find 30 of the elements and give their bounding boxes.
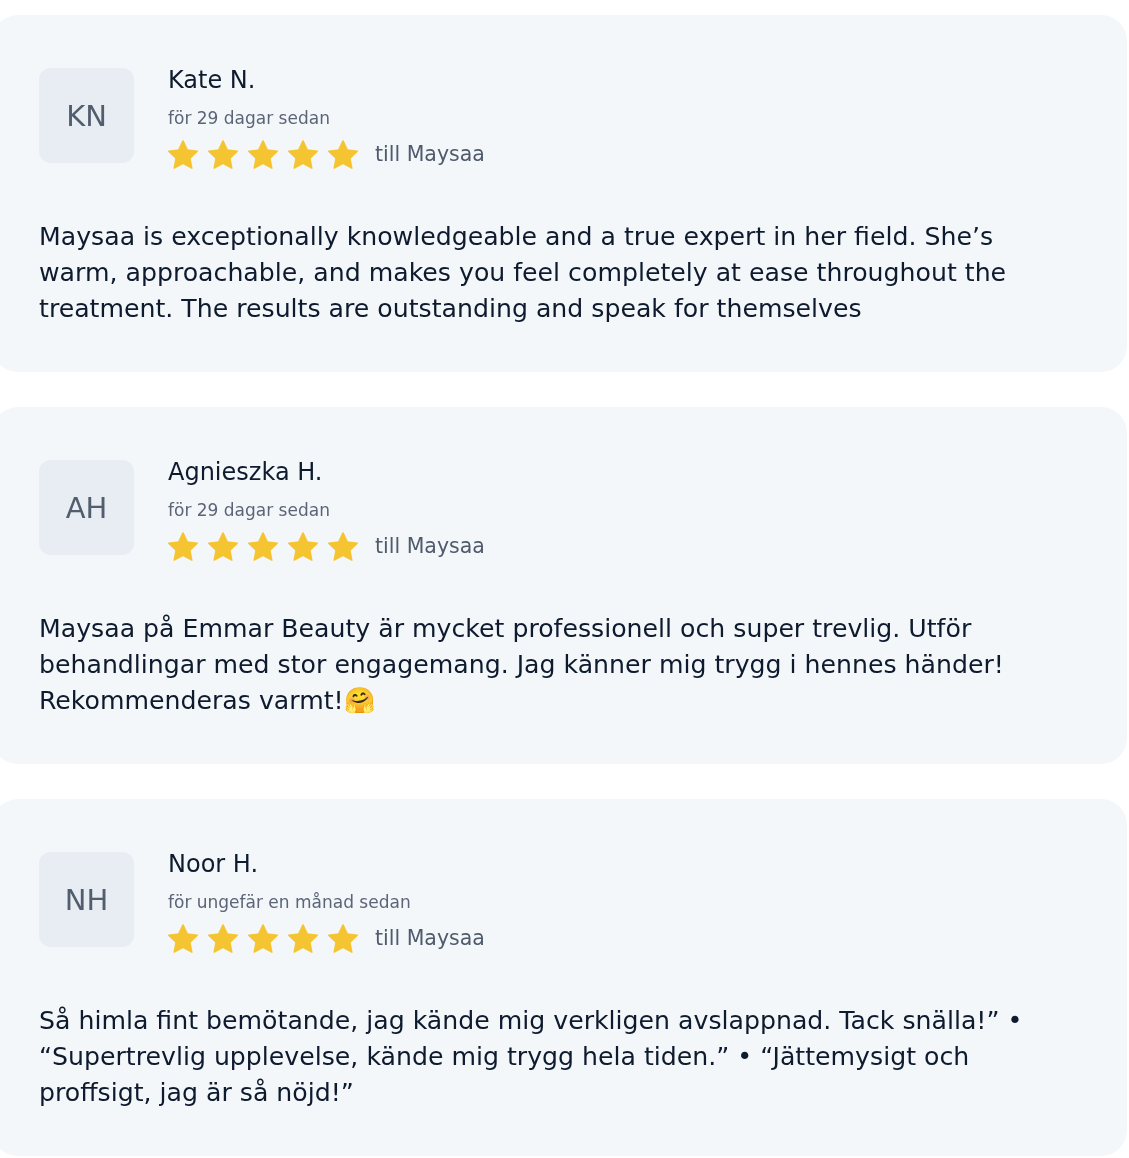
star-icon <box>208 139 238 169</box>
review-text: Så himla fint bemötande, jag kände mig verkligen avslappnad. Tack snälla!” • “Supertrevlig upplevelse, kände mig trygg hela tiden.” • “Jättemysigt och proffsigt, jag är så nöjd!” <box>39 1005 1024 1109</box>
star-icon <box>168 139 198 169</box>
review-recipient: till Maysaa <box>375 534 485 558</box>
initials-avatar: NH <box>39 852 134 947</box>
review-time: för 29 dagar sedan <box>168 499 330 522</box>
star-icon <box>168 923 198 953</box>
star-icon <box>328 531 358 561</box>
reviewer-name: Agnieszka H. <box>168 457 323 487</box>
initials-avatar: AH <box>39 460 134 555</box>
star-icon <box>168 531 198 561</box>
star-icon <box>288 923 318 953</box>
star-icon <box>208 923 238 953</box>
star-icon <box>248 531 278 561</box>
review-time: för 29 dagar sedan <box>168 107 330 130</box>
star-icon <box>248 923 278 953</box>
review-text: Maysaa is exceptionally knowledgeable and a true expert in her field. She’s warm, approachable, and makes you feel completely at ease throughout the treatment. The results are outstanding and speak for themselves <box>39 221 1008 325</box>
initials-avatar: KN <box>39 68 134 163</box>
star-icon <box>248 139 278 169</box>
reviewer-name: Kate N. <box>168 65 256 95</box>
review-recipient: till Maysaa <box>375 142 485 166</box>
review-recipient: till Maysaa <box>375 926 485 950</box>
reviewer-name: Noor H. <box>168 849 259 879</box>
star-icon <box>328 923 358 953</box>
star-icon <box>208 531 238 561</box>
star-icon <box>328 139 358 169</box>
star-icon <box>288 139 318 169</box>
star-icon <box>288 531 318 561</box>
review-text: Maysaa på Emmar Beauty är mycket professionell och super trevlig. Utför behandlingar med stor engagemang. Jag känner mig trygg i hennes händer! Rekommenderas varmt!🤗 <box>39 613 1005 717</box>
review-time: för ungefär en månad sedan <box>168 891 411 914</box>
